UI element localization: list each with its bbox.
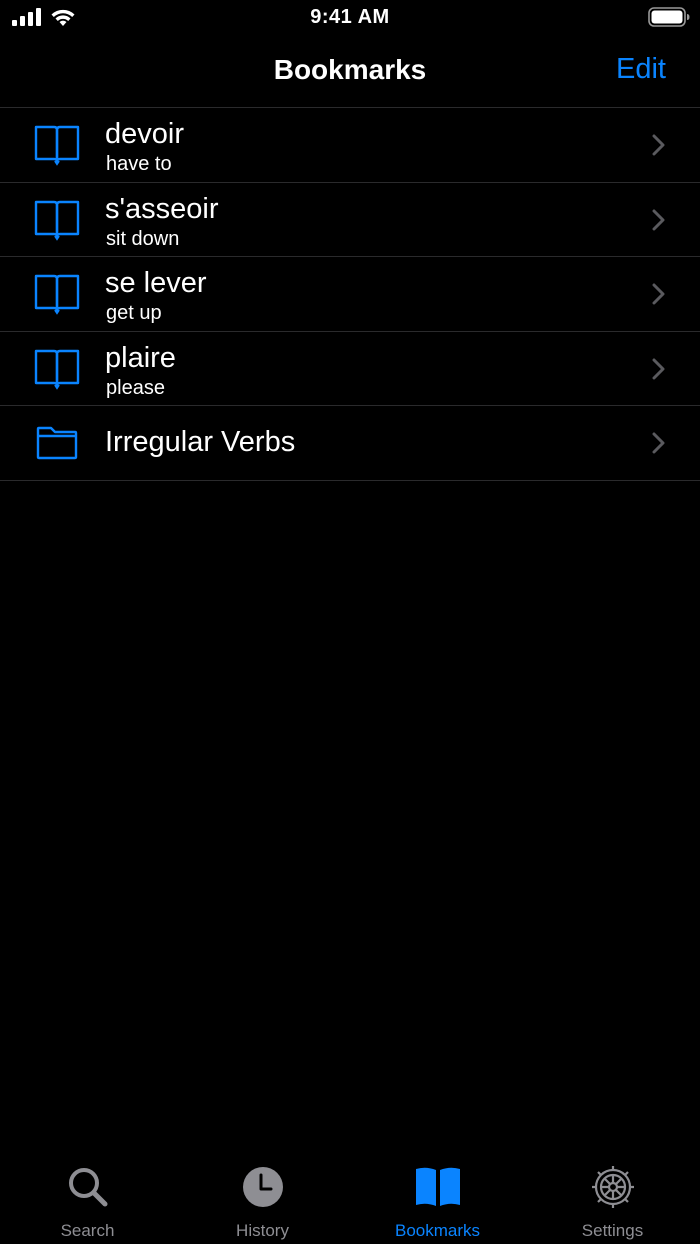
navigation-bar: Bookmarks Edit xyxy=(0,36,700,108)
tab-history[interactable]: History xyxy=(175,1150,350,1244)
chevron-right-icon xyxy=(652,134,665,156)
book-icon xyxy=(34,125,80,166)
book-icon xyxy=(34,200,80,241)
chevron-right-icon xyxy=(652,432,665,454)
folder-row-irregular-verbs[interactable]: Irregular Verbs xyxy=(0,406,700,481)
chevron-right-icon xyxy=(652,209,665,230)
gear-icon xyxy=(591,1166,634,1208)
bookmark-row-se-lever[interactable]: se lever get up xyxy=(0,257,700,332)
folder-icon xyxy=(36,426,78,460)
bookmark-subtitle: have to xyxy=(106,153,172,175)
bookmark-title: devoir xyxy=(105,118,184,150)
tab-bookmarks[interactable]: Bookmarks xyxy=(350,1150,525,1244)
tab-label: Settings xyxy=(581,1221,644,1240)
chevron-right-icon xyxy=(652,283,665,305)
tab-label: History xyxy=(236,1221,289,1240)
bookmark-subtitle: please xyxy=(106,376,165,399)
page-title: Bookmarks xyxy=(273,54,427,85)
tab-label: Search xyxy=(60,1221,115,1240)
bookmark-row-devoir[interactable]: devoir have to xyxy=(0,108,700,183)
bookmark-list: devoir have to s'asseoir sit down se lev… xyxy=(0,108,700,481)
bookmark-subtitle: get up xyxy=(106,302,162,324)
tab-search[interactable]: Search xyxy=(0,1150,175,1244)
bookmark-title: s'asseoir xyxy=(105,192,219,225)
bookmark-title: plaire xyxy=(105,341,176,374)
book-icon xyxy=(34,274,80,315)
bookmarks-screen: 9:41 AM Bookmarks Edit devoir have to s'… xyxy=(0,0,700,1244)
tab-settings[interactable]: Settings xyxy=(525,1150,700,1244)
status-time: 9:41 AM xyxy=(310,6,390,28)
battery-icon xyxy=(648,7,690,27)
book-icon xyxy=(34,349,80,390)
chevron-right-icon xyxy=(652,358,665,379)
bookmark-subtitle: sit down xyxy=(106,227,180,250)
magnifying-glass-icon xyxy=(68,1168,107,1207)
open-book-icon xyxy=(415,1167,460,1206)
bookmark-row-sasseoir[interactable]: s'asseoir sit down xyxy=(0,183,700,257)
folder-title: Irregular Verbs xyxy=(105,426,296,458)
tab-bar: Search History Bookmarks Settings xyxy=(0,1150,700,1244)
bookmark-row-plaire[interactable]: plaire please xyxy=(0,332,700,406)
edit-button[interactable]: Edit xyxy=(616,53,666,86)
status-bar: 9:41 AM xyxy=(0,0,700,36)
bookmark-title: se lever xyxy=(105,267,207,299)
clock-icon xyxy=(242,1167,283,1207)
tab-label: Bookmarks xyxy=(394,1221,481,1240)
status-right xyxy=(648,7,690,32)
